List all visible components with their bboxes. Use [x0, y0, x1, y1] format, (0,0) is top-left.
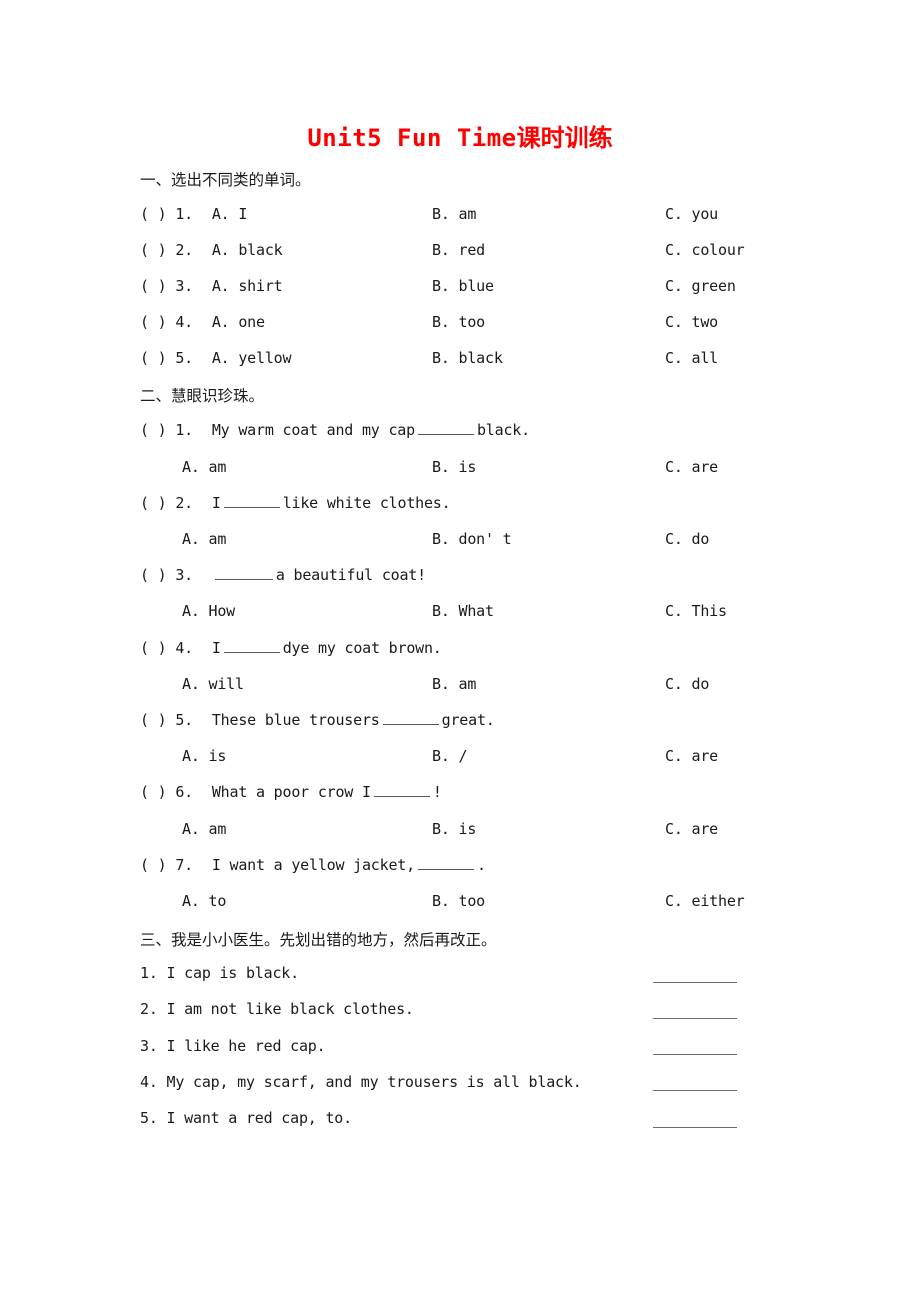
option-c[interactable]: C. you — [665, 205, 718, 223]
stem-before: What a poor crow I — [211, 783, 371, 801]
stem-after: . — [476, 856, 486, 874]
fill-blank[interactable] — [373, 783, 430, 797]
answer-bracket[interactable]: ( ) 3. — [140, 566, 193, 584]
option-b[interactable]: B. What — [432, 602, 494, 620]
answer-line[interactable] — [653, 1054, 737, 1055]
answer-line[interactable] — [653, 1127, 737, 1128]
stem-after: dye my coat brown. — [282, 639, 442, 657]
answer-bracket[interactable]: ( ) 4. — [140, 313, 193, 331]
table-row: ( ) 4. A. one — [140, 313, 265, 331]
answer-bracket[interactable]: ( ) 2. — [140, 241, 193, 259]
stem-before: I — [211, 639, 221, 657]
section-1-heading: 一、选出不同类的单词。 — [140, 171, 311, 189]
question-stem: ( ) 4. Idye my coat brown. — [140, 639, 442, 657]
option-b[interactable]: B. too — [432, 892, 485, 910]
question-stem: ( ) 2. Ilike white clothes. — [140, 494, 451, 512]
stem-before: These blue trousers — [211, 711, 380, 729]
option-c[interactable]: C. colour — [665, 241, 745, 259]
table-row: ( ) 5. A. yellow — [140, 349, 292, 367]
option-c[interactable]: C. are — [665, 820, 718, 838]
answer-bracket[interactable]: ( ) 7. — [140, 856, 193, 874]
option-c[interactable]: C. are — [665, 458, 718, 476]
answer-bracket[interactable]: ( ) 6. — [140, 783, 193, 801]
fill-blank[interactable] — [214, 566, 273, 580]
option-c[interactable]: C. green — [665, 277, 736, 295]
option-b[interactable]: B. blue — [432, 277, 494, 295]
stem-before: I want a yellow jacket, — [211, 856, 415, 874]
answer-bracket[interactable]: ( ) 1. — [140, 421, 193, 439]
stem-after: a beautiful coat! — [275, 566, 426, 584]
fill-blank[interactable] — [223, 494, 280, 508]
answer-bracket[interactable]: ( ) 5. — [140, 711, 193, 729]
option-b[interactable]: B. red — [432, 241, 485, 259]
answer-line[interactable] — [653, 982, 737, 983]
fill-blank[interactable] — [382, 711, 439, 725]
option-c[interactable]: C. all — [665, 349, 718, 367]
stem-after: black. — [476, 421, 530, 439]
option-b[interactable]: B. am — [432, 675, 476, 693]
option-b[interactable]: B. / — [432, 747, 468, 765]
option-a[interactable]: A. one — [212, 313, 265, 331]
answer-line[interactable] — [653, 1018, 737, 1019]
worksheet-page: Unit5 Fun Time课时训练 一、选出不同类的单词。 ( ) 1. A.… — [0, 0, 920, 1302]
page-title: Unit5 Fun Time课时训练 — [0, 118, 920, 153]
option-a[interactable]: A. am — [182, 458, 226, 476]
page-title-english: Unit5 Fun Time — [307, 124, 517, 152]
fill-blank[interactable] — [417, 421, 474, 435]
table-row: ( ) 1. A. I — [140, 205, 247, 223]
option-a[interactable]: A. How — [182, 602, 235, 620]
stem-after: great. — [441, 711, 495, 729]
table-row: ( ) 3. A. shirt — [140, 277, 283, 295]
option-a[interactable]: A. black — [212, 241, 283, 259]
stem-before: I — [211, 494, 221, 512]
option-b[interactable]: B. don' t — [432, 530, 512, 548]
option-c[interactable]: C. two — [665, 313, 718, 331]
table-row: ( ) 2. A. black — [140, 241, 283, 259]
stem-before: My warm coat and my cap — [211, 421, 415, 439]
answer-bracket[interactable]: ( ) 1. — [140, 205, 193, 223]
correction-item: 2. I am not like black clothes. — [140, 1000, 414, 1018]
stem-after: ! — [432, 783, 442, 801]
question-stem: ( ) 1. My warm coat and my cap black. — [140, 421, 530, 439]
option-a[interactable]: A. am — [182, 820, 226, 838]
page-title-chinese: 课时训练 — [516, 124, 613, 152]
option-a[interactable]: A. is — [182, 747, 226, 765]
answer-bracket[interactable]: ( ) 2. — [140, 494, 193, 512]
option-c[interactable]: C. do — [665, 675, 709, 693]
option-b[interactable]: B. black — [432, 349, 503, 367]
fill-blank[interactable] — [223, 639, 280, 653]
section-3-heading: 三、我是小小医生。先划出错的地方，然后再改正。 — [140, 931, 497, 949]
option-c[interactable]: C. are — [665, 747, 718, 765]
question-stem: ( ) 6. What a poor crow I! — [140, 783, 442, 801]
stem-after: like white clothes. — [282, 494, 451, 512]
option-a[interactable]: A. yellow — [212, 349, 292, 367]
question-stem: ( ) 3. a beautiful coat! — [140, 566, 426, 584]
option-a[interactable]: A. shirt — [212, 277, 283, 295]
correction-item: 1. I cap is black. — [140, 964, 299, 982]
option-a[interactable]: A. to — [182, 892, 226, 910]
option-a[interactable]: A. I — [212, 205, 248, 223]
option-b[interactable]: B. am — [432, 205, 476, 223]
answer-bracket[interactable]: ( ) 5. — [140, 349, 193, 367]
answer-bracket[interactable]: ( ) 3. — [140, 277, 193, 295]
option-b[interactable]: B. is — [432, 458, 476, 476]
answer-line[interactable] — [653, 1090, 737, 1091]
answer-bracket[interactable]: ( ) 4. — [140, 639, 193, 657]
fill-blank[interactable] — [417, 856, 474, 870]
option-b[interactable]: B. is — [432, 820, 476, 838]
option-c[interactable]: C. either — [665, 892, 745, 910]
correction-item: 5. I want a red cap, to. — [140, 1109, 352, 1127]
section-2-heading: 二、慧眼识珍珠。 — [140, 387, 265, 405]
option-c[interactable]: C. This — [665, 602, 727, 620]
option-b[interactable]: B. too — [432, 313, 485, 331]
question-stem: ( ) 5. These blue trousers great. — [140, 711, 495, 729]
correction-item: 4. My cap, my scarf, and my trousers is … — [140, 1073, 582, 1091]
correction-item: 3. I like he red cap. — [140, 1037, 326, 1055]
option-a[interactable]: A. am — [182, 530, 226, 548]
question-stem: ( ) 7. I want a yellow jacket,. — [140, 856, 486, 874]
option-c[interactable]: C. do — [665, 530, 709, 548]
option-a[interactable]: A. will — [182, 675, 244, 693]
